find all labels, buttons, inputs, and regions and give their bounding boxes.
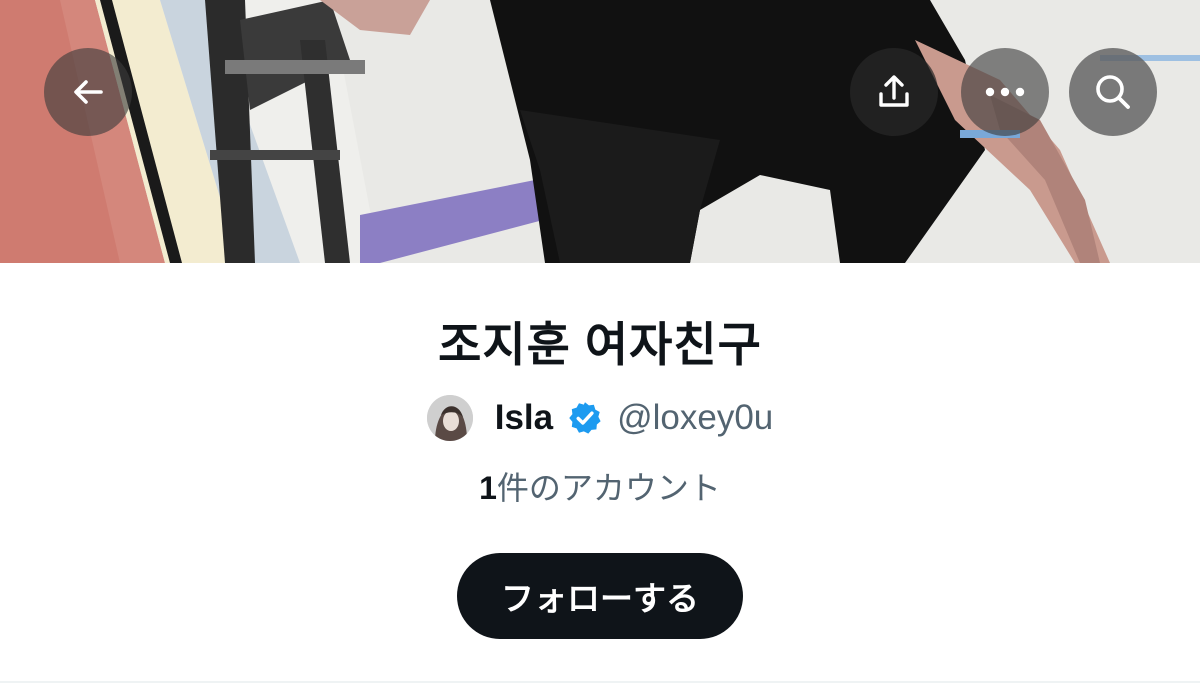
ellipsis-icon [985,87,1025,97]
verified-badge-icon [569,402,601,434]
member-count-link[interactable]: 1件のアカウント [0,466,1200,510]
search-button[interactable] [1069,48,1157,136]
follow-button[interactable]: フォローする [457,553,743,639]
share-upload-icon [879,75,909,107]
share-button[interactable] [850,48,938,136]
search-icon [1096,75,1130,109]
list-page: 조지훈 여자친구 Isla @loxey0u 1件のアカウント フォローする [0,0,1200,683]
back-button[interactable] [44,48,132,136]
more-options-button[interactable] [961,48,1049,136]
owner-handle[interactable]: @loxey0u [617,398,773,438]
owner-name[interactable]: Isla [495,398,553,438]
arrow-left-icon [74,80,103,104]
list-owner[interactable]: Isla @loxey0u [0,390,1200,446]
member-count-label: 件のアカウント [496,470,721,506]
owner-avatar[interactable] [426,395,473,441]
member-count: 1 [479,470,497,506]
list-title: 조지훈 여자친구 [438,318,762,371]
